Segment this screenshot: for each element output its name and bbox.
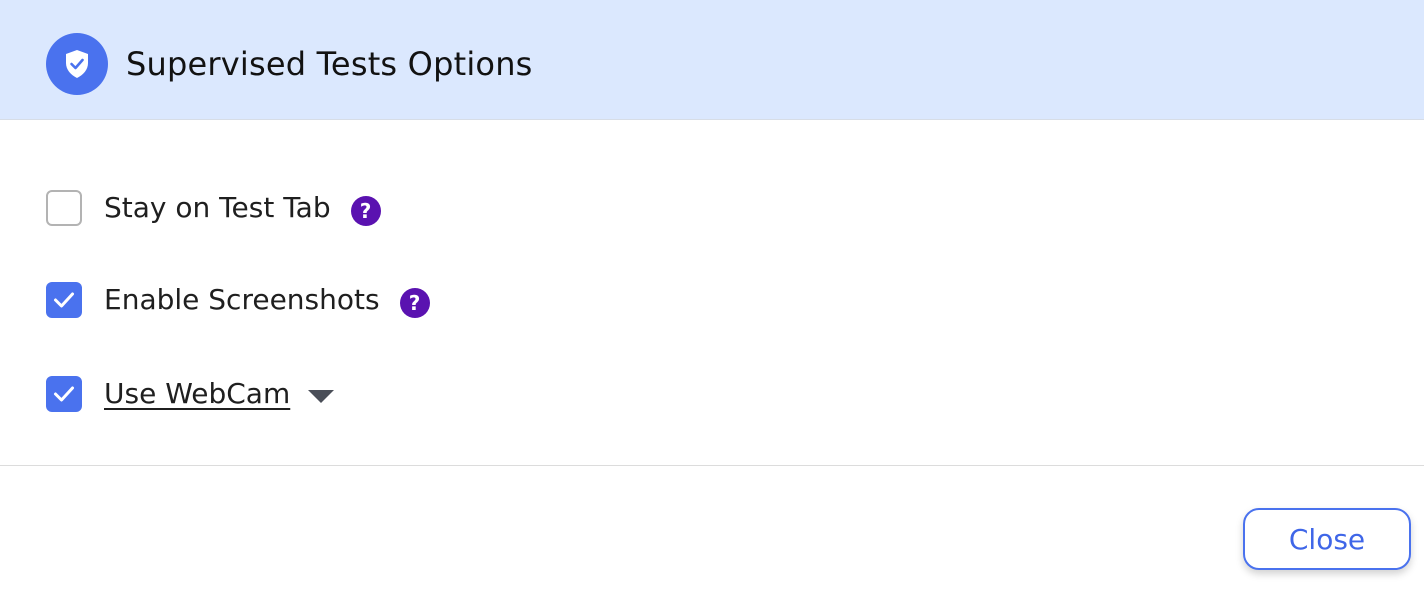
supervised-tests-dialog: Supervised Tests Options Stay on Test Ta…: [0, 0, 1424, 591]
stay-on-test-tab-label[interactable]: Stay on Test Tab: [104, 190, 331, 226]
checkmark-icon: [54, 386, 74, 402]
dialog-title: Supervised Tests Options: [126, 45, 533, 83]
shield-check-icon: [46, 33, 108, 95]
use-webcam-checkbox[interactable]: [46, 376, 82, 412]
enable-screenshots-checkbox[interactable]: [46, 282, 82, 318]
dialog-header: Supervised Tests Options: [0, 0, 1424, 120]
enable-screenshots-label[interactable]: Enable Screenshots: [104, 282, 380, 318]
caret-down-icon[interactable]: [308, 389, 335, 403]
question-icon[interactable]: ?: [350, 196, 381, 226]
question-icon[interactable]: ?: [399, 288, 430, 318]
option-enable-screenshots: Enable Screenshots ?: [46, 280, 430, 320]
stay-on-test-tab-checkbox[interactable]: [46, 190, 82, 226]
option-stay-on-test-tab: Stay on Test Tab ?: [46, 188, 381, 228]
close-button[interactable]: Close: [1243, 508, 1411, 570]
checkmark-icon: [54, 292, 74, 308]
use-webcam-link[interactable]: Use WebCam: [104, 376, 290, 412]
footer-divider: [0, 465, 1424, 466]
option-use-webcam: Use WebCam: [46, 374, 335, 414]
